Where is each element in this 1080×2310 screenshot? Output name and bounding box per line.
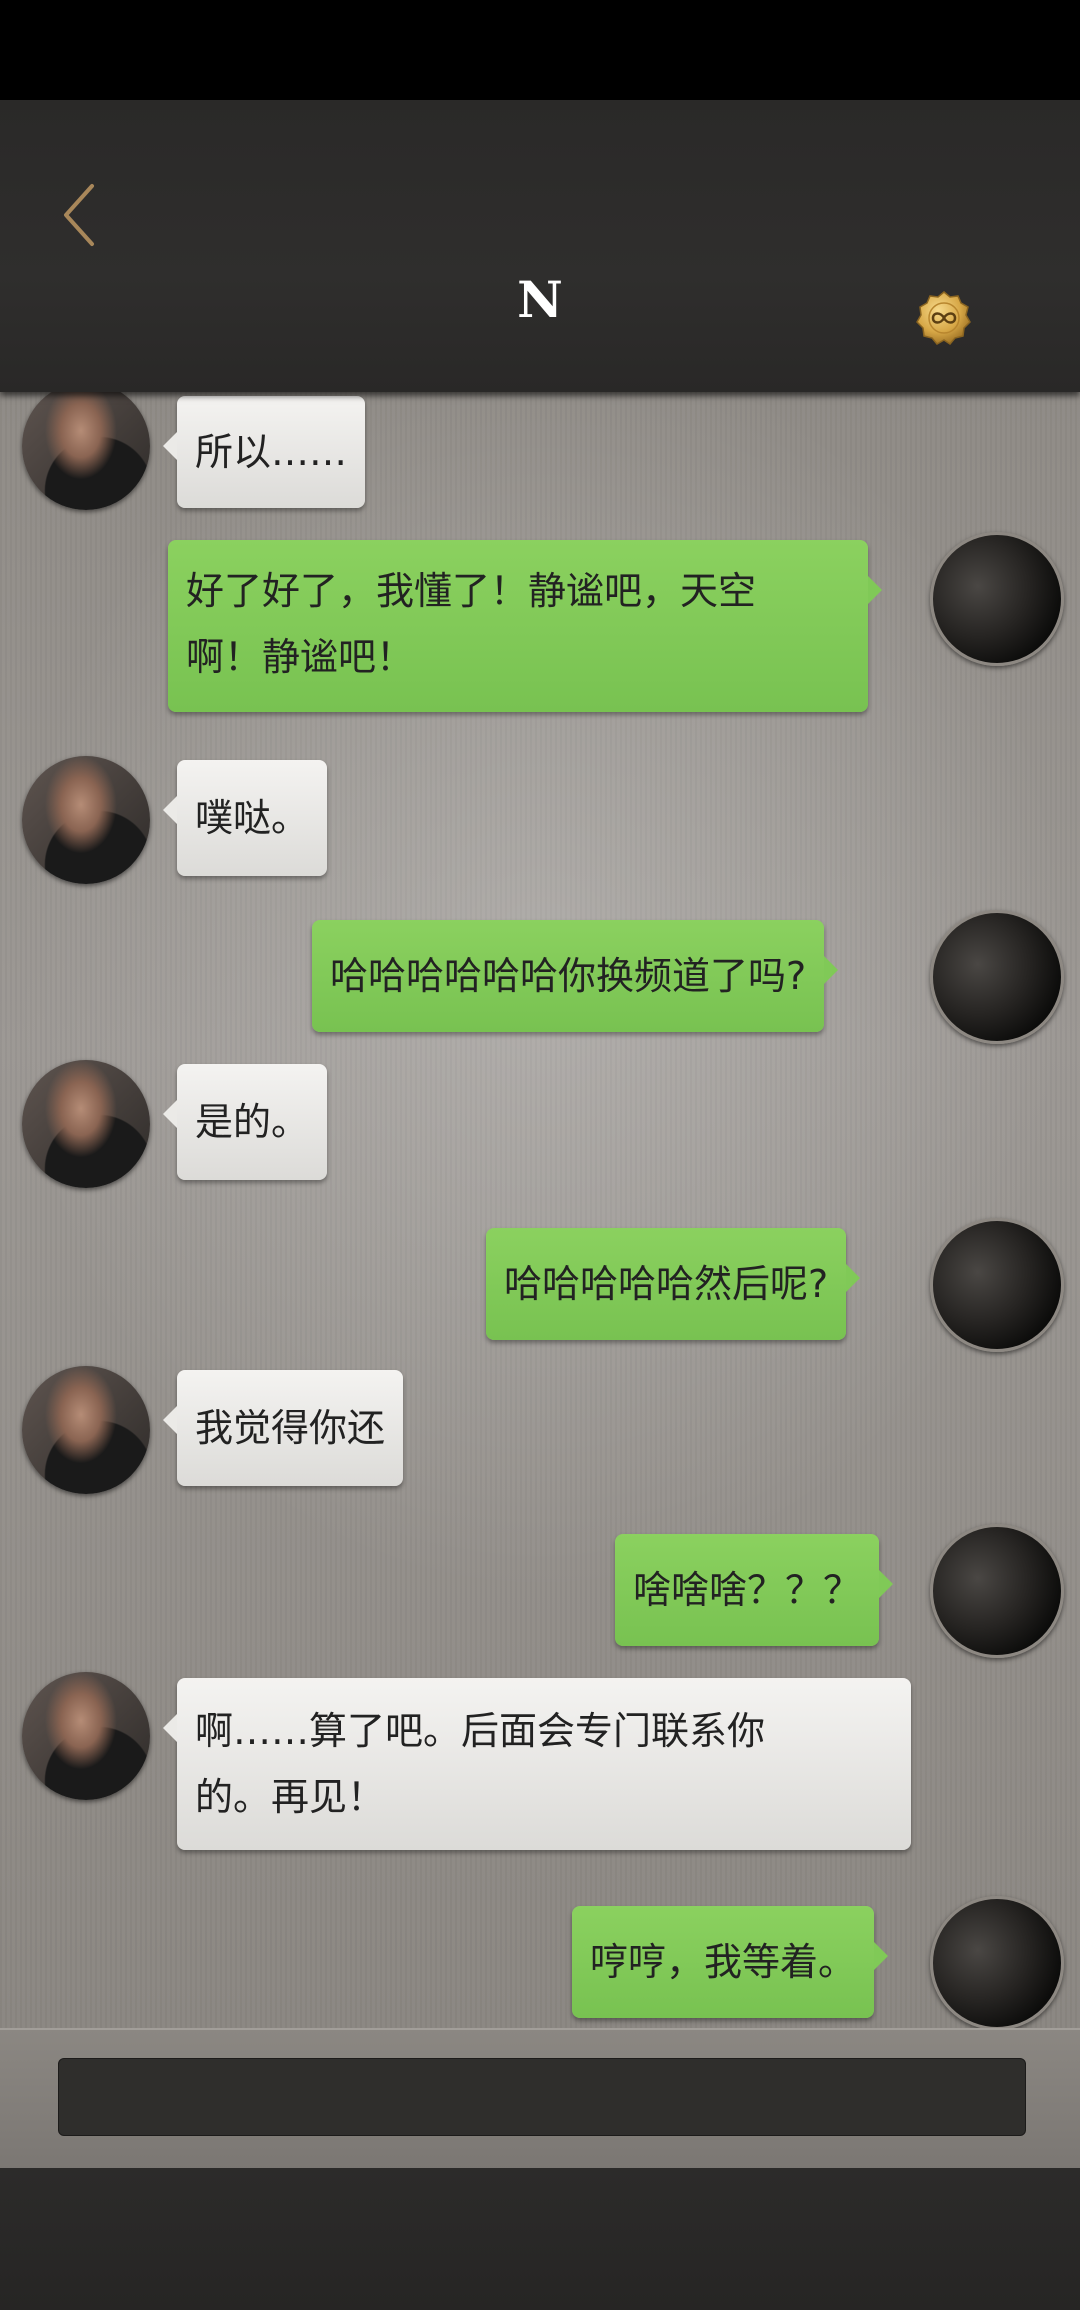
message-row: 啥啥啥？？？ (0, 1524, 1080, 1664)
avatar[interactable] (22, 756, 150, 884)
message-bubble: 哈哈哈哈哈哈你换频道了吗? (312, 920, 839, 1032)
message-bubble: 我觉得你还 (162, 1370, 404, 1486)
infinity-coin-icon[interactable] (915, 290, 973, 346)
input-bar (0, 2028, 1080, 2170)
message-input[interactable] (58, 2058, 1026, 2136)
message-bubble: 哈哈哈哈哈然后呢? (486, 1228, 861, 1340)
message-row: 哼哼，我等着。 (0, 1896, 1080, 2028)
message-bubble: 哼哼，我等着。 (572, 1906, 889, 2018)
bottom-panel (0, 2168, 1080, 2310)
message-row: 好了好了，我懂了！静谧吧，天空 啊！静谧吧！ (0, 532, 1080, 720)
message-bubble: 好了好了，我懂了！静谧吧，天空 啊！静谧吧！ (168, 540, 882, 712)
avatar[interactable] (22, 392, 150, 510)
avatar[interactable] (22, 1060, 150, 1188)
message-bubble: 噗哒。 (162, 760, 328, 876)
avatar[interactable] (930, 910, 1064, 1044)
chevron-left-icon[interactable] (56, 180, 106, 250)
avatar[interactable] (930, 1896, 1064, 2028)
message-row: 是的。 (0, 1060, 1080, 1190)
message-row: 哈哈哈哈哈然后呢? (0, 1218, 1080, 1358)
message-row: 啊……算了吧。后面会专门联系你 的。再见！ (0, 1672, 1080, 1852)
message-row: 噗哒。 (0, 756, 1080, 886)
message-bubble: 啥啥啥？？？ (615, 1534, 894, 1646)
avatar[interactable] (22, 1672, 150, 1800)
chat-area[interactable]: 所以…… 好了好了，我懂了！静谧吧，天空 啊！静谧吧！ 噗哒。 哈哈哈哈哈哈你换… (0, 392, 1080, 2028)
message-row: 哈哈哈哈哈哈你换频道了吗? (0, 910, 1080, 1050)
message-bubble: 是的。 (162, 1064, 328, 1180)
avatar[interactable] (930, 1524, 1064, 1658)
message-bubble: 所以…… (162, 396, 366, 508)
message-bubble: 啊……算了吧。后面会专门联系你 的。再见！ (163, 1678, 911, 1850)
avatar[interactable] (22, 1366, 150, 1494)
status-bar (0, 0, 1080, 100)
chat-header (0, 100, 1080, 392)
message-row: 所以…… (0, 392, 1080, 522)
message-row: 我觉得你还 (0, 1366, 1080, 1496)
avatar[interactable] (930, 532, 1064, 666)
avatar[interactable] (930, 1218, 1064, 1352)
